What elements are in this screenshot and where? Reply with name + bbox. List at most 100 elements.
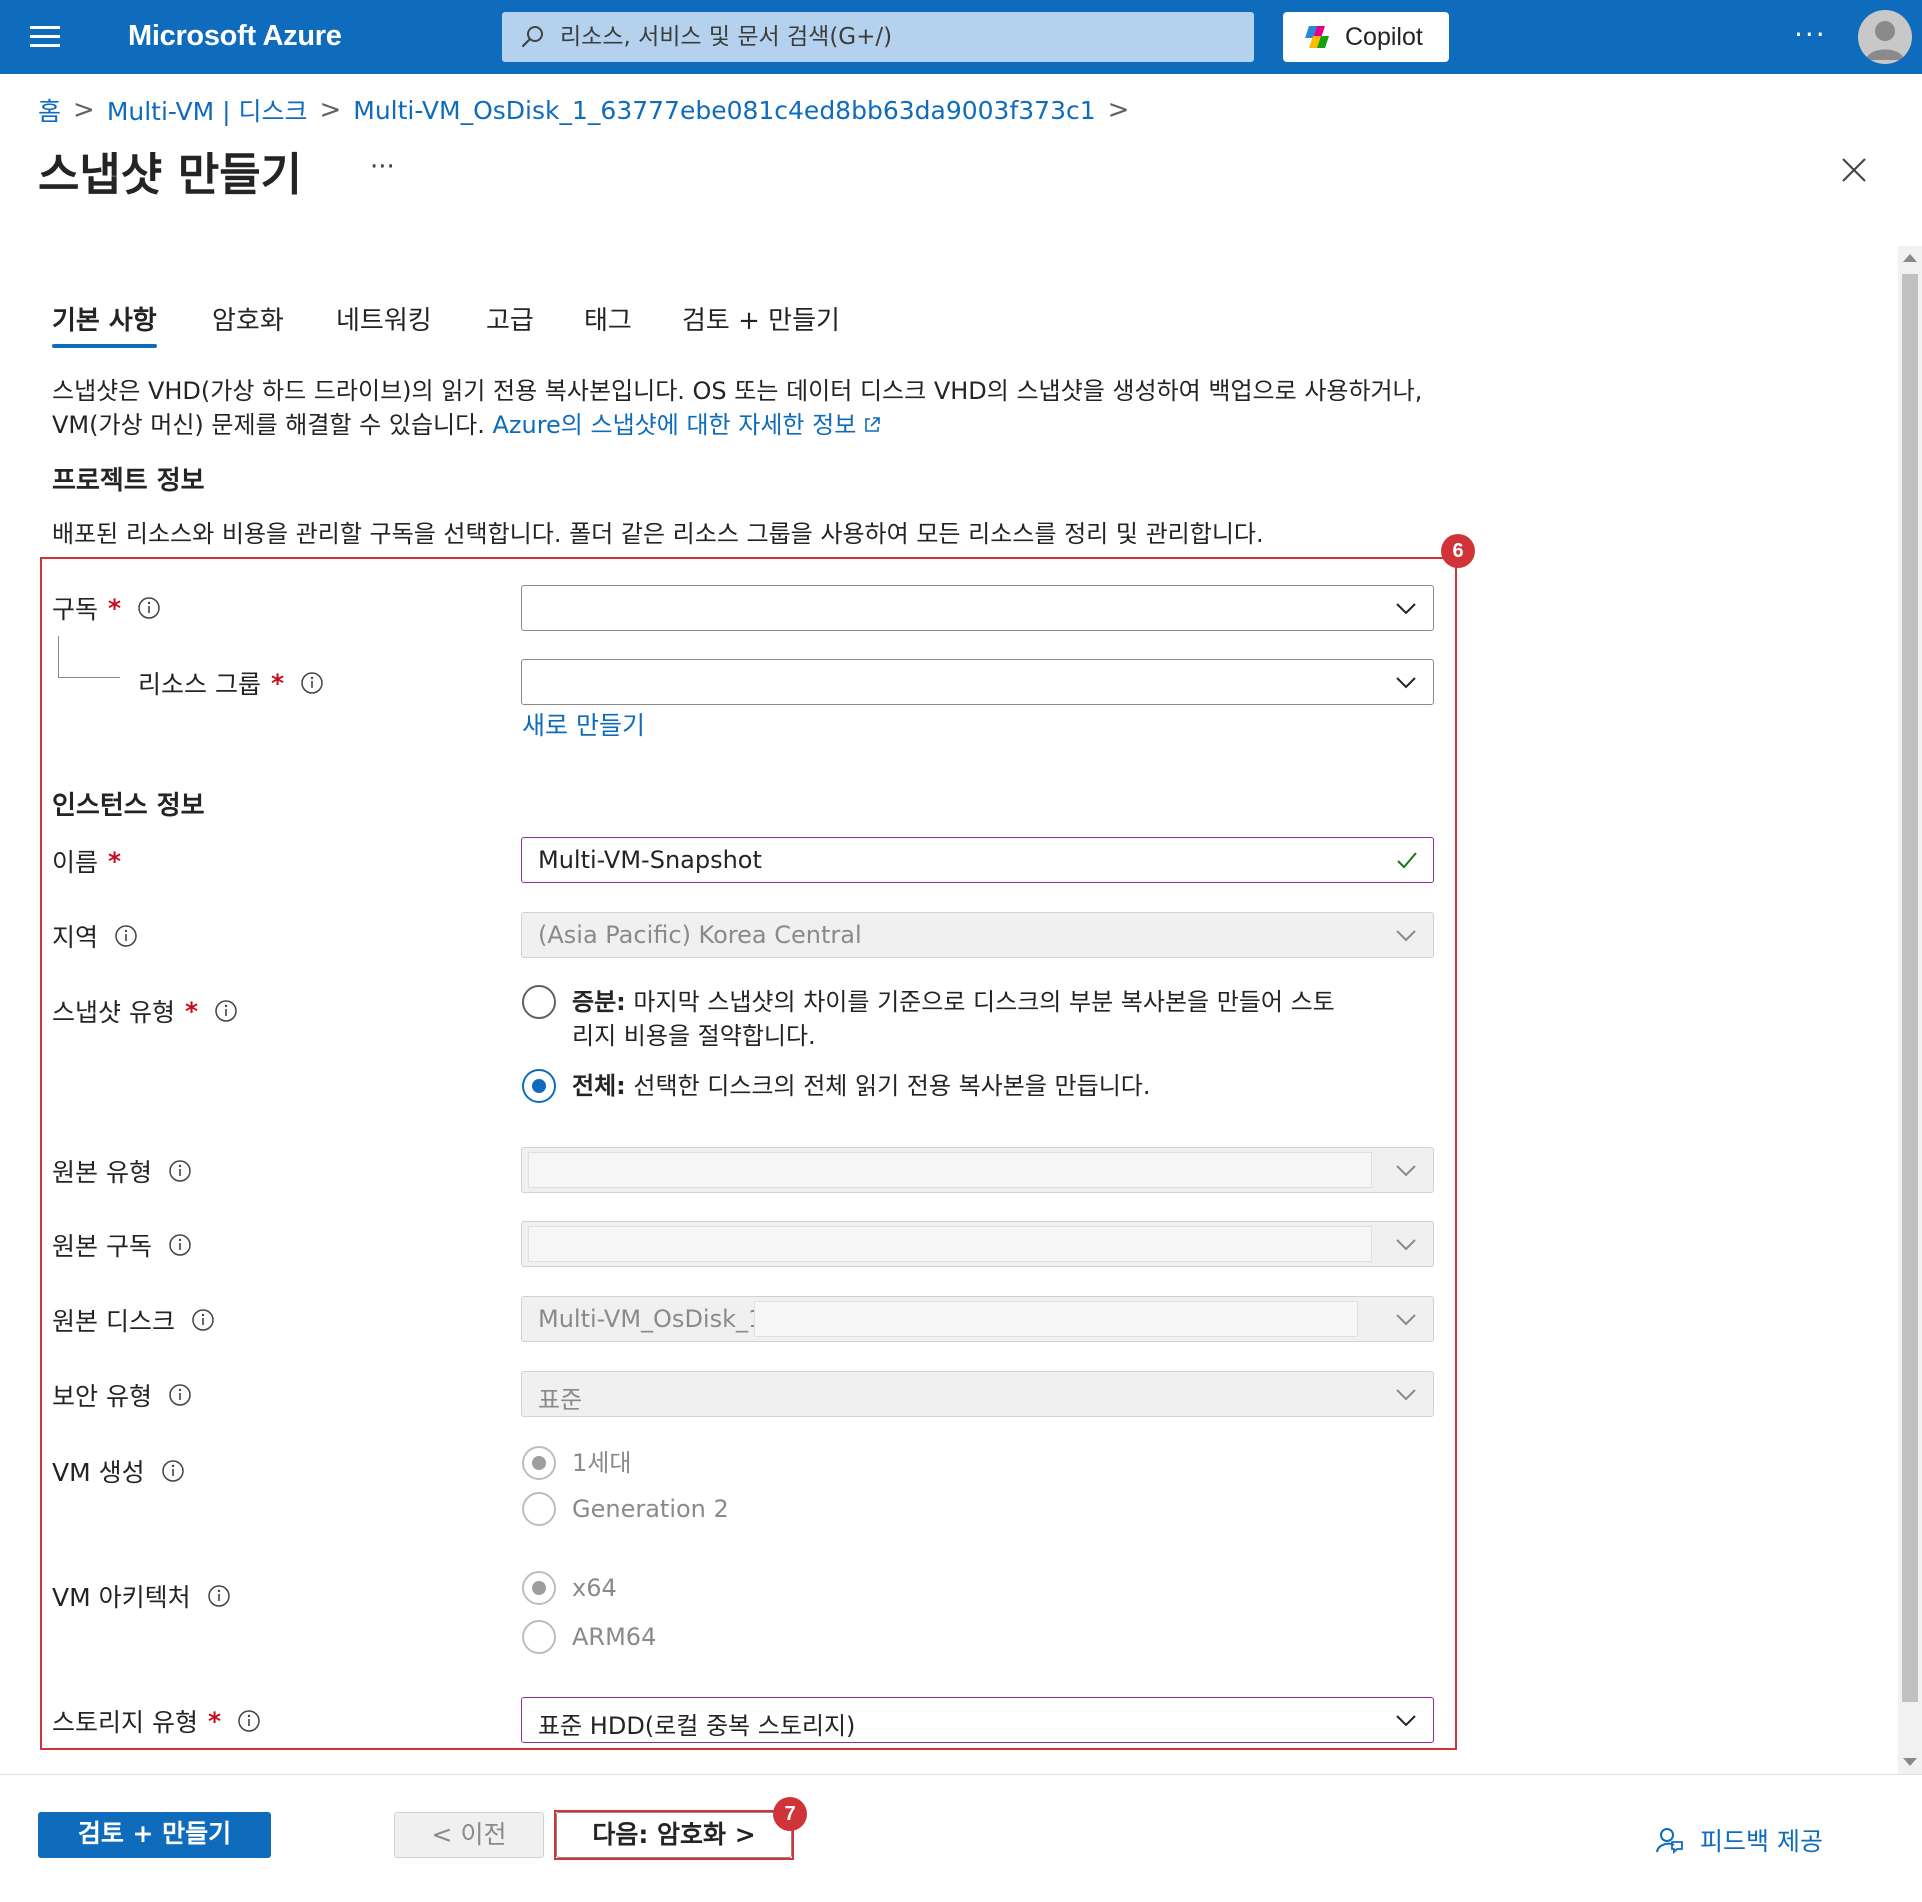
vm-generation-gen2-text: Generation 2 xyxy=(572,1495,729,1523)
vm-generation-gen1-text: 1세대 xyxy=(572,1449,632,1477)
vm-generation-gen1-radio xyxy=(522,1446,556,1480)
source-subscription-label: 원본 구독 xyxy=(52,1227,192,1263)
feedback-icon xyxy=(1656,1828,1683,1855)
tab-review-create[interactable]: 검토 + 만들기 xyxy=(682,300,840,337)
required-asterisk: * xyxy=(108,593,122,623)
page-title: 스냅샷 만들기 xyxy=(38,148,303,201)
subscription-label: 구독 * xyxy=(52,590,161,626)
create-new-resource-group-link[interactable]: 새로 만들기 xyxy=(522,706,645,742)
chevron-down-icon xyxy=(1396,677,1416,689)
vm-generation-gen2-radio xyxy=(522,1492,556,1526)
instance-details-heading: 인스턴스 정보 xyxy=(52,791,205,821)
close-icon[interactable] xyxy=(1840,156,1868,184)
region-value: (Asia Pacific) Korea Central xyxy=(538,921,862,949)
intro-description: 스냅샷은 VHD(가상 하드 드라이브)의 읽기 전용 복사본입니다. OS 또… xyxy=(52,374,1452,442)
more-options-icon[interactable]: ··· xyxy=(1794,18,1827,51)
info-icon[interactable] xyxy=(137,596,161,620)
breadcrumb-vm-disks[interactable]: Multi-VM | 디스크 xyxy=(107,92,308,128)
source-disk-label: 원본 디스크 xyxy=(52,1302,215,1338)
annotation-badge-7: 7 xyxy=(773,1797,807,1831)
source-type-dropdown xyxy=(521,1147,1434,1193)
source-disk-dropdown: Multi-VM_OsDisk_1 xyxy=(521,1296,1434,1342)
user-avatar-icon xyxy=(1866,21,1904,60)
scroll-down-arrow[interactable] xyxy=(1903,1758,1917,1766)
snapshot-type-full-radio[interactable] xyxy=(522,1069,556,1103)
annotation-box-next xyxy=(554,1810,794,1860)
required-asterisk: * xyxy=(207,1706,222,1736)
vm-architecture-x64-text: x64 xyxy=(572,1574,617,1602)
chevron-down-icon xyxy=(1396,1389,1416,1401)
region-label: 지역 xyxy=(52,918,138,954)
info-icon[interactable] xyxy=(191,1308,215,1332)
title-more-icon[interactable]: ··· xyxy=(370,152,395,182)
vm-architecture-x64-radio xyxy=(522,1571,556,1605)
user-avatar[interactable] xyxy=(1858,10,1912,64)
storage-type-dropdown[interactable]: 표준 HDD(로컬 중복 스토리지) xyxy=(521,1697,1434,1743)
subscription-dropdown[interactable] xyxy=(521,585,1434,631)
external-link-icon xyxy=(865,417,881,432)
copilot-label: Copilot xyxy=(1345,23,1423,51)
storage-type-label: 스토리지 유형 * xyxy=(52,1703,261,1739)
project-details-heading: 프로젝트 정보 xyxy=(52,466,205,496)
search-icon xyxy=(521,26,543,48)
vm-generation-label: VM 생성 xyxy=(52,1453,185,1489)
snapshot-type-full-text: 전체: 선택한 디스크의 전체 읽기 전용 복사본을 만듭니다. xyxy=(572,1072,1151,1100)
snapshot-docs-link[interactable]: Azure의 스냅샷에 대한 자세한 정보 xyxy=(492,411,882,439)
security-type-value: 표준 xyxy=(538,1386,583,1414)
tab-networking[interactable]: 네트워킹 xyxy=(336,300,432,337)
info-icon[interactable] xyxy=(237,1709,261,1733)
chevron-down-icon xyxy=(1396,1314,1416,1326)
resource-group-dropdown[interactable] xyxy=(521,659,1434,705)
required-asterisk: * xyxy=(270,668,285,698)
security-type-label: 보안 유형 xyxy=(52,1377,192,1413)
vm-architecture-arm64-text: ARM64 xyxy=(572,1623,657,1651)
info-icon[interactable] xyxy=(168,1383,192,1407)
review-create-button[interactable]: 검토 + 만들기 xyxy=(38,1812,271,1858)
region-dropdown: (Asia Pacific) Korea Central xyxy=(521,912,1434,958)
redacted-value xyxy=(754,1301,1358,1337)
chevron-down-icon xyxy=(1396,603,1416,615)
chevron-down-icon xyxy=(1396,930,1416,942)
required-asterisk: * xyxy=(108,846,122,876)
portal-menu-icon[interactable] xyxy=(30,26,60,48)
name-label: 이름 * xyxy=(52,846,122,878)
copilot-button[interactable]: Copilot xyxy=(1283,12,1449,62)
redacted-value xyxy=(528,1152,1372,1188)
info-icon[interactable] xyxy=(168,1159,192,1183)
azure-top-bar: Microsoft Azure Copilot ··· xyxy=(0,0,1922,74)
source-disk-value: Multi-VM_OsDisk_1 xyxy=(538,1305,764,1333)
info-icon[interactable] xyxy=(168,1233,192,1257)
footer-divider xyxy=(0,1774,1922,1775)
scroll-up-arrow[interactable] xyxy=(1903,254,1917,262)
breadcrumb-separator: > xyxy=(73,95,95,125)
vm-architecture-arm64-radio xyxy=(522,1620,556,1654)
previous-button[interactable]: < 이전 xyxy=(394,1812,544,1858)
global-search-input[interactable] xyxy=(560,12,1240,62)
breadcrumb-os-disk[interactable]: Multi-VM_OsDisk_1_63777ebe081c4ed8bb63da… xyxy=(353,96,1095,125)
vm-architecture-label: VM 아키텍처 xyxy=(52,1578,231,1614)
global-search-box[interactable] xyxy=(502,12,1254,62)
info-icon[interactable] xyxy=(161,1459,185,1483)
info-icon[interactable] xyxy=(214,999,238,1023)
snapshot-name-value: Multi-VM-Snapshot xyxy=(538,846,762,874)
tab-basics[interactable]: 기본 사항 xyxy=(52,300,157,348)
tab-encryption[interactable]: 암호화 xyxy=(212,300,284,337)
info-icon[interactable] xyxy=(114,924,138,948)
tab-tags[interactable]: 태그 xyxy=(584,300,632,337)
chevron-down-icon xyxy=(1396,1239,1416,1251)
source-subscription-dropdown xyxy=(521,1221,1434,1267)
security-type-dropdown: 표준 xyxy=(521,1371,1434,1417)
snapshot-name-input[interactable]: Multi-VM-Snapshot xyxy=(521,837,1434,883)
feedback-button[interactable]: 피드백 제공 xyxy=(1654,1822,1823,1858)
feedback-label: 피드백 제공 xyxy=(1700,1827,1823,1856)
info-icon[interactable] xyxy=(300,671,324,695)
azure-brand[interactable]: Microsoft Azure xyxy=(128,20,342,53)
scrollbar-thumb[interactable] xyxy=(1902,274,1918,1702)
breadcrumb-home[interactable]: 홈 xyxy=(38,92,61,128)
chevron-down-icon xyxy=(1396,1715,1416,1727)
snapshot-type-label: 스냅샷 유형 * xyxy=(52,993,238,1029)
tab-advanced[interactable]: 고급 xyxy=(486,300,534,337)
snapshot-type-incremental-radio[interactable] xyxy=(522,985,556,1019)
source-type-label: 원본 유형 xyxy=(52,1153,192,1189)
info-icon[interactable] xyxy=(207,1584,231,1608)
